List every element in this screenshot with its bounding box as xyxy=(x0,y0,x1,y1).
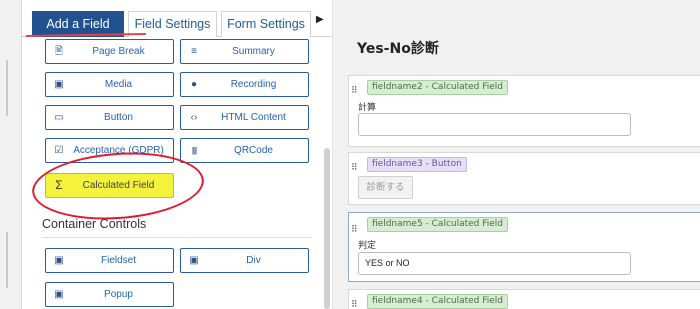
add-fieldset-button[interactable]: ▣ Fieldset xyxy=(45,248,174,273)
sidebar-marker xyxy=(6,60,8,116)
drag-handle-icon[interactable]: ⠿ xyxy=(351,163,358,172)
tabs-more-arrow-icon[interactable]: ▶ xyxy=(316,14,324,25)
field-tag: fieldname3 - Button xyxy=(367,157,467,172)
judgement-output-field[interactable]: YES or NO xyxy=(358,252,631,275)
field-button-label: Summary xyxy=(232,46,275,57)
field-palette-panel: Add a Field Field Settings Form Settings… xyxy=(22,0,333,309)
form-field-button[interactable]: ⠿ fieldname3 - Button 診断する xyxy=(348,152,700,205)
fieldset-icon: ▣ xyxy=(54,255,64,266)
div-icon: ▣ xyxy=(189,255,199,266)
field-button-label: Div xyxy=(246,255,261,266)
field-tag: fieldname4 - Calculated Field xyxy=(367,294,509,309)
summary-icon: ≡ xyxy=(191,46,197,57)
recording-icon: ● xyxy=(190,79,198,90)
field-button-label: Acceptance (GDPR) xyxy=(73,145,164,156)
sidebar-marker xyxy=(6,232,8,288)
outer-sidebar-strip xyxy=(0,0,22,309)
field-button-label: Recording xyxy=(230,79,277,90)
field-button-label: Media xyxy=(104,79,133,90)
field-button-label: QRCode xyxy=(234,145,273,156)
section-divider xyxy=(42,237,312,238)
container-controls-heading: Container Controls xyxy=(42,217,147,231)
drag-handle-icon[interactable]: ⠿ xyxy=(351,300,358,309)
code-icon: ‹› xyxy=(190,112,198,123)
add-popup-button[interactable]: ▣ Popup xyxy=(45,282,174,307)
add-calculated-field-button[interactable]: Σ Calculated Field xyxy=(45,173,174,198)
form-field-calculated[interactable]: ⠿ fieldname2 - Calculated Field 計算 xyxy=(348,75,700,147)
media-icon: ▣ xyxy=(54,79,64,90)
field-button-label: Popup xyxy=(104,289,133,300)
diagnose-button[interactable]: 診断する xyxy=(358,176,413,199)
page-break-icon: 🖹 xyxy=(54,46,64,57)
field-button-label: Page Break xyxy=(92,46,145,57)
calculated-output-field[interactable] xyxy=(358,113,631,136)
field-button-label: Calculated Field xyxy=(82,180,155,191)
field-label: 判定 xyxy=(358,241,377,251)
form-title: Yes-No診断 xyxy=(357,41,439,57)
field-tag: fieldname2 - Calculated Field xyxy=(367,80,509,95)
qrcode-icon: |||| xyxy=(191,146,197,155)
drag-handle-icon[interactable]: ⠿ xyxy=(351,86,358,95)
panel-scrollbar[interactable] xyxy=(324,148,330,309)
add-div-button[interactable]: ▣ Div xyxy=(180,248,309,273)
field-button-label: Button xyxy=(104,112,133,123)
add-page-break-button[interactable]: 🖹 Page Break xyxy=(45,39,174,64)
form-field-judgement[interactable]: ⠿ fieldname5 - Calculated Field 判定 YES o… xyxy=(348,212,700,282)
field-button-label: HTML Content xyxy=(221,112,286,123)
tab-form-settings[interactable]: Form Settings xyxy=(221,11,311,37)
field-tag: fieldname5 - Calculated Field xyxy=(367,217,509,232)
field-label: 計算 xyxy=(358,103,377,113)
checkbox-icon: ☑ xyxy=(54,145,64,156)
panel-tabs: Add a Field Field Settings Form Settings… xyxy=(22,0,332,37)
add-acceptance-button[interactable]: ☑ Acceptance (GDPR) xyxy=(45,138,174,163)
popup-icon: ▣ xyxy=(54,289,64,300)
form-field-calculated-4[interactable]: ⠿ fieldname4 - Calculated Field xyxy=(348,289,700,309)
button-icon: ▭ xyxy=(54,112,64,123)
add-recording-button[interactable]: ● Recording xyxy=(180,72,309,97)
add-html-content-button[interactable]: ‹› HTML Content xyxy=(180,105,309,130)
sigma-icon: Σ xyxy=(55,178,63,192)
add-summary-button[interactable]: ≡ Summary xyxy=(180,39,309,64)
drag-handle-icon[interactable]: ⠿ xyxy=(351,225,358,234)
field-button-label: Fieldset xyxy=(100,255,136,266)
add-qrcode-button[interactable]: |||| QRCode xyxy=(180,138,309,163)
add-button-button[interactable]: ▭ Button xyxy=(45,105,174,130)
add-media-button[interactable]: ▣ Media xyxy=(45,72,174,97)
